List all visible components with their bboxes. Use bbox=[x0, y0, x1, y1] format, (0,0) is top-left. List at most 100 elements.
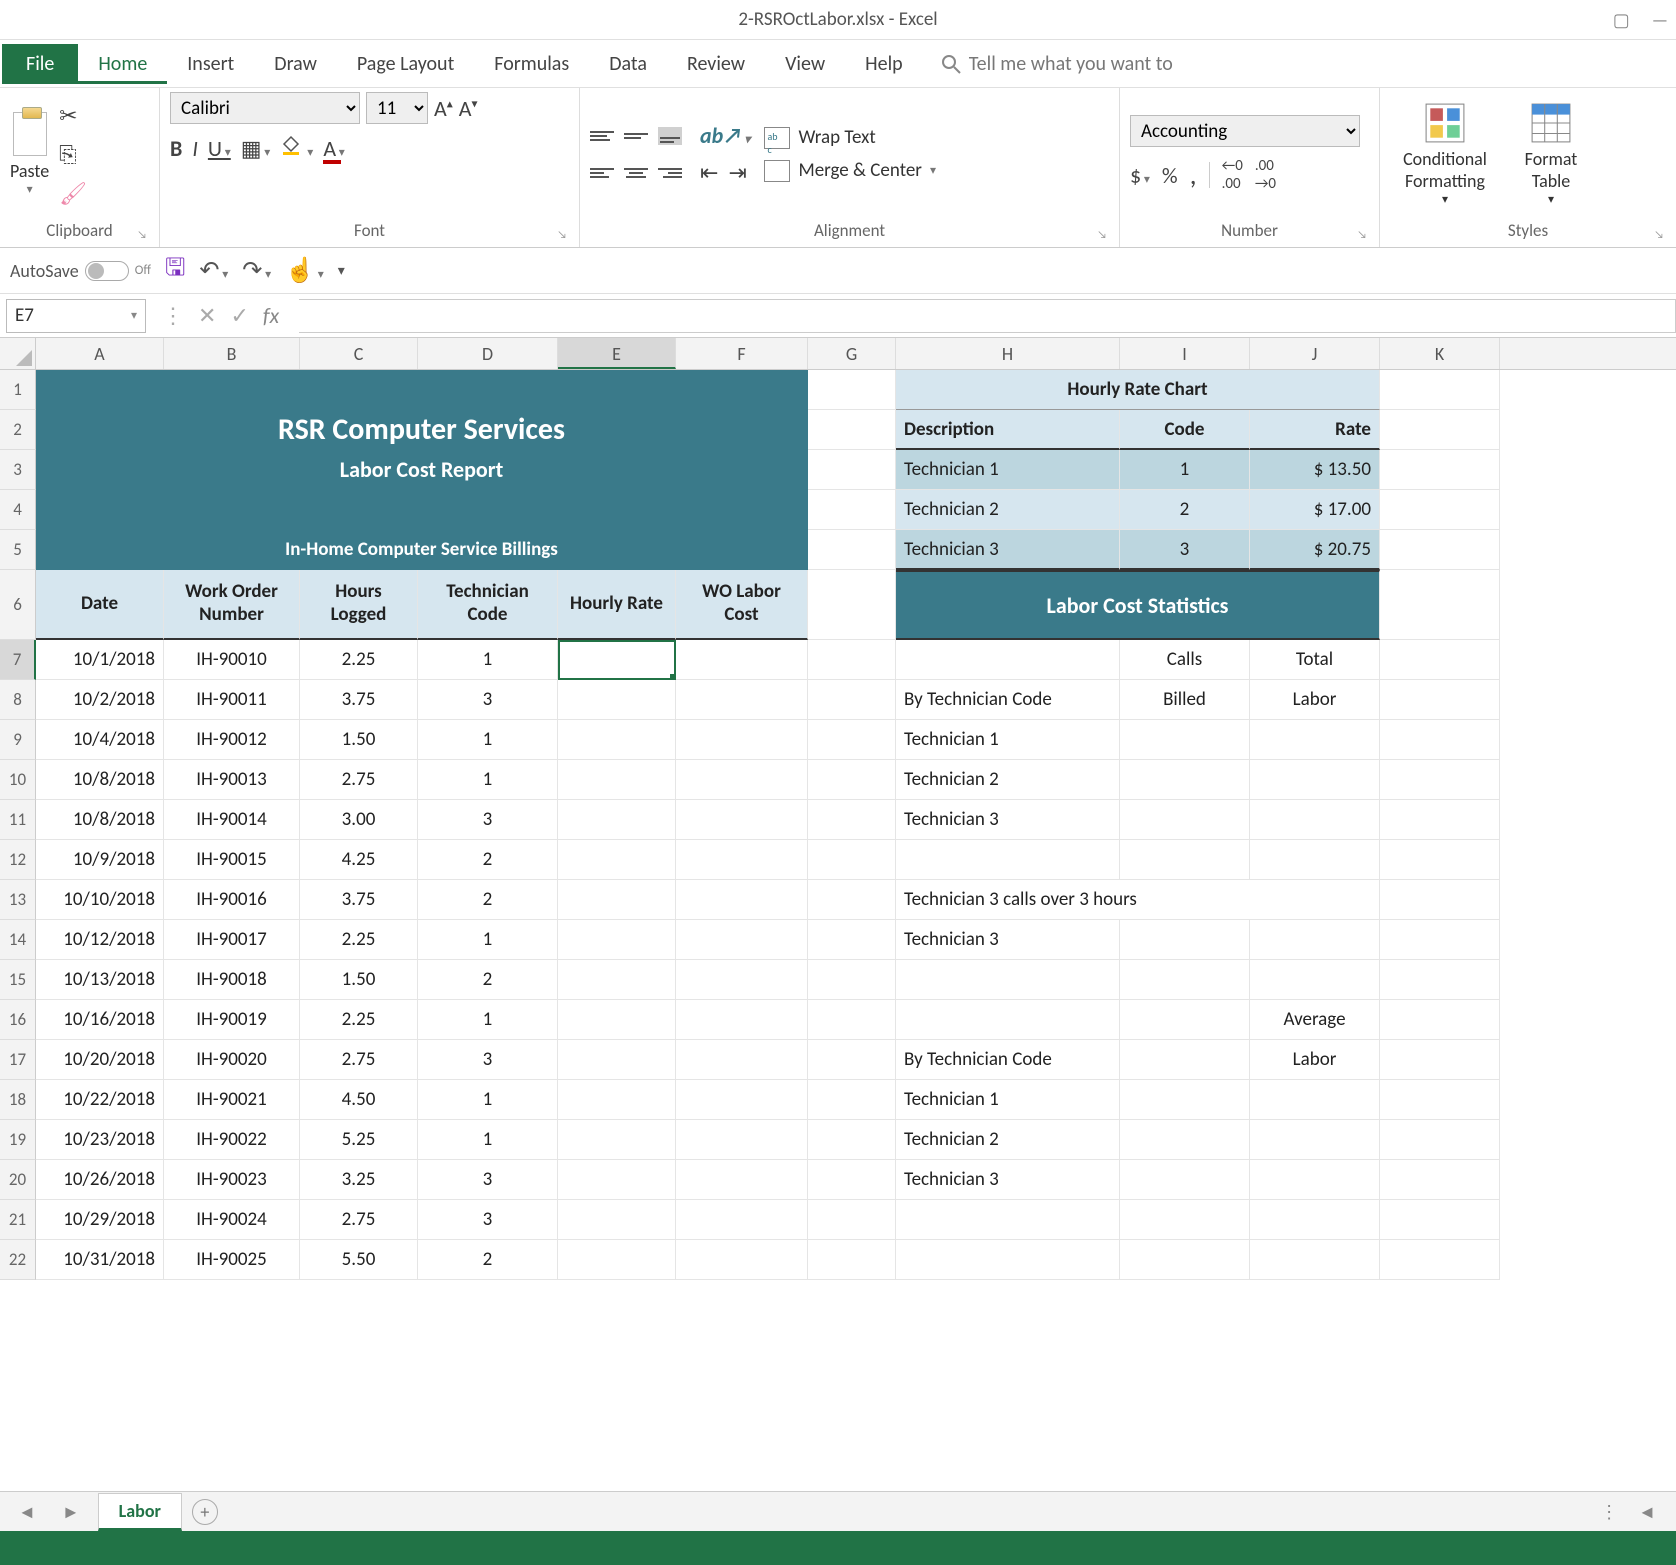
fx-icon[interactable]: fx bbox=[263, 302, 289, 329]
save-icon[interactable]: 🖫 bbox=[165, 250, 185, 291]
col-header-A[interactable]: A bbox=[36, 338, 164, 369]
cell[interactable] bbox=[36, 370, 808, 410]
cell[interactable]: 1.50 bbox=[300, 720, 418, 760]
cell[interactable] bbox=[1120, 1000, 1250, 1040]
cell[interactable] bbox=[1380, 640, 1500, 680]
cell[interactable] bbox=[1380, 1240, 1500, 1280]
cell[interactable]: IH-90013 bbox=[164, 760, 300, 800]
cell[interactable] bbox=[1380, 760, 1500, 800]
touch-mode-icon[interactable]: ☝ bbox=[285, 256, 324, 285]
row-header[interactable]: 11 bbox=[0, 800, 36, 840]
cell[interactable] bbox=[808, 880, 896, 920]
cell[interactable] bbox=[676, 1040, 808, 1080]
wrap-text-button[interactable]: abc Wrap Text bbox=[764, 126, 936, 149]
cell[interactable]: 10/1/2018 bbox=[36, 640, 164, 680]
align-top-icon[interactable] bbox=[590, 127, 614, 145]
align-right-icon[interactable] bbox=[658, 164, 682, 182]
row-header[interactable]: 15 bbox=[0, 960, 36, 1000]
cell[interactable] bbox=[808, 1160, 896, 1200]
cell[interactable]: Technician 3 bbox=[896, 800, 1120, 840]
cell[interactable] bbox=[1120, 1120, 1250, 1160]
cell[interactable]: 3.25 bbox=[300, 1160, 418, 1200]
cell[interactable] bbox=[1250, 1160, 1380, 1200]
row-header[interactable]: 12 bbox=[0, 840, 36, 880]
cell[interactable]: Date bbox=[36, 570, 164, 640]
cell[interactable]: 3 bbox=[418, 680, 558, 720]
copy-icon[interactable] bbox=[59, 141, 87, 168]
active-cell[interactable] bbox=[558, 640, 676, 680]
help-tab[interactable]: Help bbox=[845, 44, 923, 84]
decrease-indent-icon[interactable]: ⇤ bbox=[700, 159, 718, 186]
cell[interactable]: $ 20.75 bbox=[1250, 530, 1380, 570]
cell[interactable] bbox=[558, 1120, 676, 1160]
cell[interactable]: 10/20/2018 bbox=[36, 1040, 164, 1080]
cell[interactable]: 1.50 bbox=[300, 960, 418, 1000]
sheet-nav-next-icon[interactable]: ► bbox=[54, 1501, 88, 1523]
merge-center-button[interactable]: Merge & Center bbox=[764, 159, 936, 182]
row-header[interactable]: 13 bbox=[0, 880, 36, 920]
scroll-left-icon[interactable]: ◄ bbox=[1638, 1501, 1656, 1523]
cell[interactable] bbox=[808, 1120, 896, 1160]
enter-icon[interactable]: ✓ bbox=[230, 302, 248, 329]
cell[interactable] bbox=[1380, 450, 1500, 490]
col-header-F[interactable]: F bbox=[676, 338, 808, 369]
cell[interactable] bbox=[808, 1000, 896, 1040]
report-title[interactable]: RSR Computer Services bbox=[36, 410, 808, 450]
cell[interactable] bbox=[558, 680, 676, 720]
worksheet-grid[interactable]: A B C D E F G H I J K 1Hourly Rate Chart… bbox=[0, 338, 1676, 1280]
cell[interactable]: Billed bbox=[1120, 680, 1250, 720]
cell[interactable]: 10/13/2018 bbox=[36, 960, 164, 1000]
cell[interactable]: 5.50 bbox=[300, 1240, 418, 1280]
cell[interactable]: 10/12/2018 bbox=[36, 920, 164, 960]
paste-button[interactable]: Paste ▾ bbox=[10, 112, 49, 197]
row-header[interactable]: 18 bbox=[0, 1080, 36, 1120]
increase-decimal-icon[interactable]: ←0.00 bbox=[1222, 157, 1243, 193]
cell[interactable] bbox=[558, 880, 676, 920]
cell[interactable]: By Technician Code bbox=[896, 1040, 1120, 1080]
cell[interactable]: 2 bbox=[418, 880, 558, 920]
cell[interactable] bbox=[1380, 920, 1500, 960]
fill-color-button[interactable] bbox=[280, 134, 313, 162]
cell[interactable] bbox=[1250, 800, 1380, 840]
cell[interactable] bbox=[808, 640, 896, 680]
cell[interactable]: 4.50 bbox=[300, 1080, 418, 1120]
cell[interactable] bbox=[1120, 1160, 1250, 1200]
stats-title[interactable]: Labor Cost Statistics bbox=[896, 570, 1380, 640]
formulas-tab[interactable]: Formulas bbox=[474, 44, 589, 84]
cell[interactable]: 3 bbox=[418, 1160, 558, 1200]
cell[interactable] bbox=[808, 800, 896, 840]
percent-format-icon[interactable]: % bbox=[1162, 162, 1178, 189]
row-header[interactable]: 4 bbox=[0, 490, 36, 530]
cell[interactable]: Labor bbox=[1250, 1040, 1380, 1080]
cell[interactable] bbox=[1250, 1200, 1380, 1240]
cell[interactable] bbox=[808, 920, 896, 960]
view-tab[interactable]: View bbox=[765, 44, 845, 84]
cell[interactable] bbox=[808, 450, 896, 490]
row-header[interactable]: 22 bbox=[0, 1240, 36, 1280]
home-tab[interactable]: Home bbox=[78, 44, 167, 84]
cell[interactable] bbox=[808, 1040, 896, 1080]
cell[interactable]: Technician 3 calls over 3 hours bbox=[896, 880, 1380, 920]
cell[interactable] bbox=[558, 840, 676, 880]
cell[interactable] bbox=[36, 490, 808, 530]
orientation-icon[interactable]: ab↗ bbox=[700, 122, 750, 149]
cell[interactable]: IH-90016 bbox=[164, 880, 300, 920]
cell[interactable]: 3 bbox=[418, 1200, 558, 1240]
cell[interactable]: 10/2/2018 bbox=[36, 680, 164, 720]
cell[interactable]: IH-90014 bbox=[164, 800, 300, 840]
cell[interactable]: 3 bbox=[418, 1040, 558, 1080]
col-header-G[interactable]: G bbox=[808, 338, 896, 369]
col-header-E[interactable]: E bbox=[558, 338, 676, 369]
cell[interactable] bbox=[558, 920, 676, 960]
cell[interactable]: IH-90015 bbox=[164, 840, 300, 880]
cut-icon[interactable] bbox=[59, 102, 87, 129]
col-header-C[interactable]: C bbox=[300, 338, 418, 369]
cell[interactable] bbox=[558, 1000, 676, 1040]
cell[interactable] bbox=[558, 1200, 676, 1240]
cell[interactable] bbox=[1380, 1200, 1500, 1240]
cell[interactable]: IH-90025 bbox=[164, 1240, 300, 1280]
cancel-icon[interactable]: ✕ bbox=[198, 302, 216, 329]
cell[interactable]: Technician 2 bbox=[896, 490, 1120, 530]
cell[interactable] bbox=[1380, 680, 1500, 720]
cell[interactable] bbox=[1250, 720, 1380, 760]
